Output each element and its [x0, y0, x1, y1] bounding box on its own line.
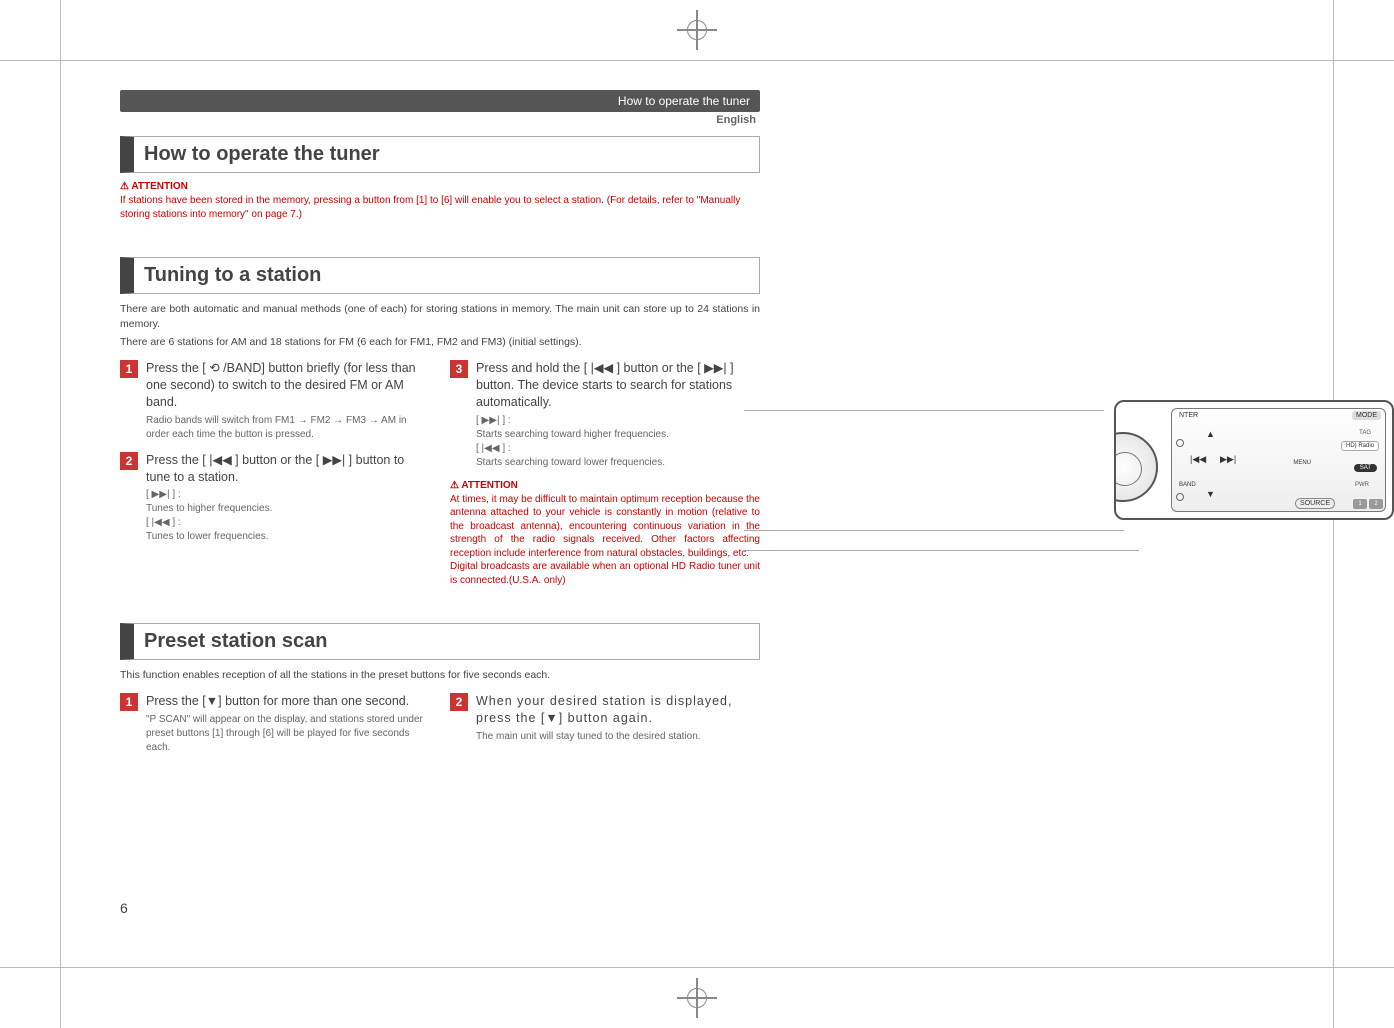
crop-line [0, 967, 1394, 968]
stereo-screen: NTER MODE TAG HD) Radio SAT PWR SOURCE B… [1171, 408, 1386, 512]
crop-line [60, 0, 61, 1028]
attention-text: If stations have been stored in the memo… [120, 194, 760, 221]
indicator-dot [1176, 439, 1184, 447]
attention-label: ATTENTION [450, 480, 760, 491]
step-description: [ ▶▶| ] : Starts searching toward higher… [476, 414, 760, 470]
step-1: 1 Press the [ ⟲ /BAND] button briefly (f… [120, 360, 430, 442]
label-enter: NTER [1175, 411, 1202, 420]
step-number: 2 [450, 693, 468, 711]
preset-step-2: 2 When your desired station is displayed… [450, 693, 760, 744]
preset-intro: This function enables reception of all t… [120, 668, 760, 683]
registration-mark-top [677, 10, 717, 50]
step-3: 3 Press and hold the [ |◀◀ ] button or t… [450, 360, 760, 470]
tuning-col-right: 3 Press and hold the [ |◀◀ ] button or t… [450, 360, 760, 605]
registration-mark-bottom [677, 978, 717, 1018]
attention-label: ATTENTION [120, 181, 760, 192]
step-description: The main unit will stay tuned to the des… [476, 730, 760, 744]
step-heading: Press and hold the [ |◀◀ ] button or the… [476, 360, 760, 411]
section-title-operate: How to operate the tuner [120, 136, 760, 173]
crop-line [0, 60, 1394, 61]
stereo-illustration: NTER MODE TAG HD) Radio SAT PWR SOURCE B… [1054, 380, 1394, 560]
step-number: 3 [450, 360, 468, 378]
tuning-intro-2: There are 6 stations for AM and 18 stati… [120, 335, 760, 350]
tuning-col-left: 1 Press the [ ⟲ /BAND] button briefly (f… [120, 360, 430, 605]
preset-col-right: 2 When your desired station is displayed… [450, 693, 760, 765]
section-title-tuning: Tuning to a station [120, 257, 760, 294]
step-number: 2 [120, 452, 138, 470]
label-sat: SAT [1354, 464, 1377, 472]
label-source: SOURCE [1295, 498, 1335, 509]
page-content: How to operate the tuner English How to … [120, 90, 760, 765]
preset-col-left: 1 Press the [▼] button for more than one… [120, 693, 430, 765]
step-2: 2 Press the [ |◀◀ ] button or the [ ▶▶| … [120, 452, 430, 545]
label-tag: TAG [1355, 429, 1375, 437]
step-description: [ ▶▶| ] : Tunes to higher frequencies. [… [146, 488, 430, 544]
indicator-dot [1176, 493, 1184, 501]
prev-icon: |◀◀ [1190, 454, 1206, 465]
down-icon: ▼ [1206, 489, 1215, 499]
language-label: English [120, 114, 760, 126]
step-number: 1 [120, 360, 138, 378]
dial-inner [1114, 452, 1142, 486]
step-heading: When your desired station is displayed, … [476, 693, 760, 727]
preset-buttons: 1 2 [1353, 499, 1383, 509]
attention-text: At times, it may be difficult to maintai… [450, 493, 760, 588]
step-description: "P SCAN" will appear on the display, and… [146, 713, 430, 755]
stereo-body: NTER MODE TAG HD) Radio SAT PWR SOURCE B… [1114, 400, 1394, 520]
preset-columns: 1 Press the [▼] button for more than one… [120, 693, 760, 765]
next-icon: ▶▶| [1220, 454, 1236, 465]
step-heading: Press the [▼] button for more than one s… [146, 693, 430, 710]
step-heading: Press the [ |◀◀ ] button or the [ ▶▶| ] … [146, 452, 430, 486]
step-description: Radio bands will switch from FM1 → FM2 →… [146, 414, 430, 442]
preset-button-1: 1 [1353, 499, 1367, 509]
step-number: 1 [120, 693, 138, 711]
volume-dial [1114, 432, 1158, 502]
label-pwr: PWR [1351, 481, 1373, 489]
breadcrumb: How to operate the tuner [120, 90, 760, 112]
leader-line [744, 410, 1104, 411]
label-menu: MENU [1289, 459, 1315, 467]
preset-button-2: 2 [1369, 499, 1383, 509]
label-hd-radio: HD) Radio [1341, 441, 1379, 451]
label-mode: MODE [1352, 411, 1381, 420]
section-title-preset: Preset station scan [120, 623, 760, 660]
page-number: 6 [120, 900, 128, 916]
tuning-columns: 1 Press the [ ⟲ /BAND] button briefly (f… [120, 360, 760, 605]
label-band: BAND [1175, 481, 1200, 489]
leader-line [744, 550, 1139, 551]
step-heading: Press the [ ⟲ /BAND] button briefly (for… [146, 360, 430, 411]
up-icon: ▲ [1206, 429, 1215, 439]
preset-step-1: 1 Press the [▼] button for more than one… [120, 693, 430, 755]
tuning-intro-1: There are both automatic and manual meth… [120, 302, 760, 331]
leader-line [744, 530, 1124, 531]
